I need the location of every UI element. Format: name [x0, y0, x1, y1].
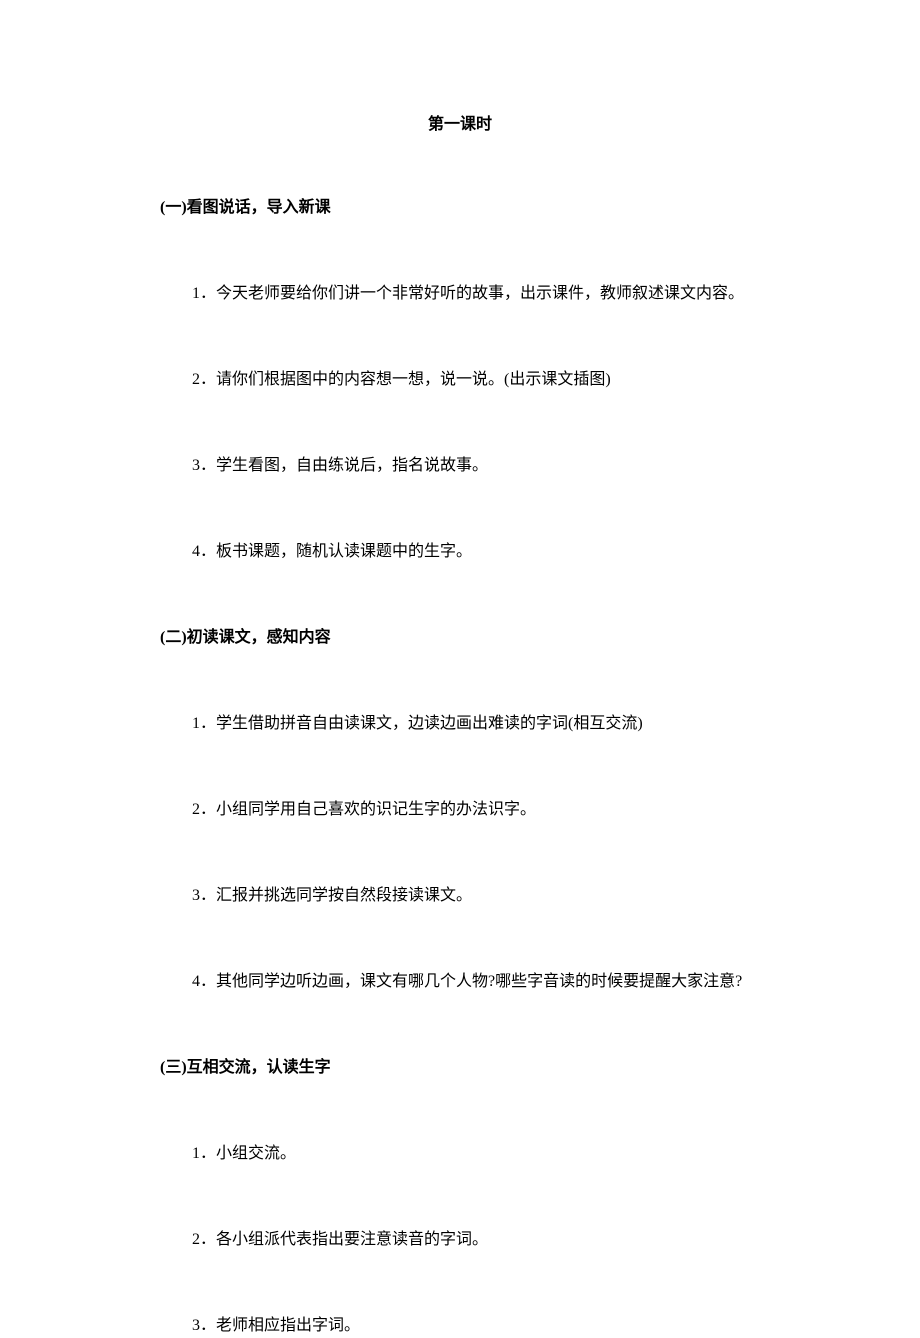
- section-2-heading: (二)初读课文，感知内容: [160, 626, 760, 650]
- section-2-item-1: 1．学生借助拼音自由读课文，边读边画出难读的字词(相互交流): [160, 712, 760, 736]
- page-title: 第一课时: [160, 110, 760, 134]
- section-3-item-1: 1．小组交流。: [160, 1142, 760, 1166]
- section-3-item-3: 3．老师相应指出字词。: [160, 1314, 760, 1338]
- section-1-item-4: 4．板书课题，随机认读课题中的生字。: [160, 540, 760, 564]
- section-3-item-2: 2．各小组派代表指出要注意读音的字词。: [160, 1228, 760, 1252]
- section-2-item-4: 4．其他同学边听边画，课文有哪几个人物?哪些字音读的时候要提醒大家注意?: [160, 970, 760, 994]
- section-3-heading: (三)互相交流，认读生字: [160, 1056, 760, 1080]
- section-2-item-2: 2．小组同学用自己喜欢的识记生字的办法识字。: [160, 798, 760, 822]
- section-1-item-2: 2．请你们根据图中的内容想一想，说一说。(出示课文插图): [160, 368, 760, 392]
- section-1-item-1: 1．今天老师要给你们讲一个非常好听的故事，出示课件，教师叙述课文内容。: [160, 282, 760, 306]
- section-1-item-3: 3．学生看图，自由练说后，指名说故事。: [160, 454, 760, 478]
- section-2-item-3: 3．汇报并挑选同学按自然段接读课文。: [160, 884, 760, 908]
- section-1-heading: (一)看图说话，导入新课: [160, 196, 760, 220]
